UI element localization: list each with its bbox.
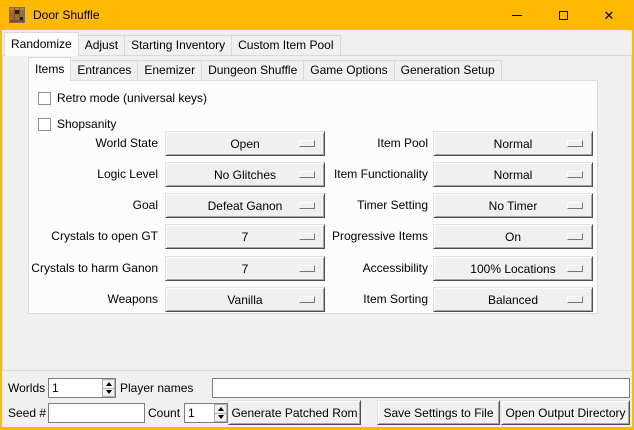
caption-buttons: ✕ — [494, 0, 632, 30]
dropdown-indicator-icon — [567, 171, 583, 178]
item-pool-value: Normal — [494, 137, 533, 151]
maximize-icon — [559, 11, 568, 20]
up-arrow-icon — [106, 382, 112, 386]
item-functionality-value: Normal — [494, 168, 533, 182]
tab-adjust[interactable]: Adjust — [78, 35, 125, 55]
window-content: Randomize Adjust Starting Inventory Cust… — [2, 30, 632, 427]
shopsanity-checkbox[interactable] — [38, 118, 51, 131]
window-title: Door Shuffle — [33, 8, 100, 22]
down-arrow-icon — [218, 415, 224, 419]
count-input[interactable] — [185, 404, 214, 422]
worlds-spin-up-button[interactable] — [102, 379, 115, 389]
logic-level-label: Logic Level — [28, 162, 158, 187]
count-spinbox[interactable] — [184, 403, 228, 423]
sub-tab-bar: Items Entrances Enemizer Dungeon Shuffle… — [28, 57, 502, 80]
titlebar: Door Shuffle ✕ — [2, 0, 632, 30]
generate-patched-rom-button[interactable]: Generate Patched Rom — [228, 400, 361, 425]
player-names-input[interactable] — [212, 378, 630, 398]
retro-mode-label: Retro mode (universal keys) — [57, 91, 207, 106]
retro-mode-checkbox[interactable] — [38, 92, 51, 105]
door-app-icon — [9, 7, 25, 23]
count-spin-down-button[interactable] — [214, 414, 227, 423]
crystals-harm-ganon-label: Crystals to harm Ganon — [28, 256, 158, 281]
shopsanity-label: Shopsanity — [57, 117, 116, 132]
player-names-label: Player names — [120, 378, 193, 398]
item-functionality-dropdown[interactable]: Normal — [433, 162, 593, 187]
window: Door Shuffle ✕ Randomize Adjust Starting… — [0, 0, 634, 430]
item-functionality-label: Item Functionality — [298, 162, 428, 187]
timer-setting-value: No Timer — [489, 199, 538, 213]
dropdown-indicator-icon — [567, 140, 583, 147]
close-button[interactable]: ✕ — [586, 0, 632, 30]
tab-randomize[interactable]: Randomize — [4, 32, 79, 56]
item-sorting-value: Balanced — [488, 293, 538, 307]
goal-label: Goal — [28, 193, 158, 218]
tab-game-options[interactable]: Game Options — [303, 60, 394, 80]
close-icon: ✕ — [604, 9, 615, 22]
minimize-button[interactable] — [494, 0, 540, 30]
count-label: Count — [148, 403, 180, 423]
crystals-harm-ganon-value: 7 — [242, 262, 249, 276]
progressive-items-value: On — [505, 230, 521, 244]
goal-value: Defeat Ganon — [208, 199, 283, 213]
worlds-spin-down-button[interactable] — [102, 389, 115, 398]
seed-label: Seed # — [8, 403, 46, 423]
tab-generation-setup[interactable]: Generation Setup — [394, 60, 502, 80]
item-sorting-dropdown[interactable]: Balanced — [433, 287, 593, 312]
progressive-items-label: Progressive Items — [298, 224, 428, 249]
worlds-label: Worlds — [8, 378, 45, 398]
timer-setting-label: Timer Setting — [298, 193, 428, 218]
save-settings-button[interactable]: Save Settings to File — [377, 400, 500, 425]
item-pool-label: Item Pool — [298, 131, 428, 156]
tab-items[interactable]: Items — [28, 57, 71, 81]
tab-enemizer[interactable]: Enemizer — [137, 60, 202, 80]
dropdown-indicator-icon — [567, 265, 583, 272]
accessibility-value: 100% Locations — [470, 262, 555, 276]
item-sorting-label: Item Sorting — [298, 287, 428, 312]
up-arrow-icon — [218, 407, 224, 411]
seed-input[interactable] — [48, 403, 145, 423]
weapons-value: Vanilla — [227, 293, 262, 307]
dropdown-indicator-icon — [567, 296, 583, 303]
crystals-open-gt-label: Crystals to open GT — [28, 224, 158, 249]
world-state-label: World State — [28, 131, 158, 156]
timer-setting-dropdown[interactable]: No Timer — [433, 193, 593, 218]
worlds-spinbox[interactable] — [48, 378, 116, 398]
accessibility-dropdown[interactable]: 100% Locations — [433, 256, 593, 281]
worlds-spin-arrows — [102, 379, 115, 397]
count-spin-up-button[interactable] — [214, 404, 227, 414]
weapons-label: Weapons — [28, 287, 158, 312]
accessibility-label: Accessibility — [298, 256, 428, 281]
logic-level-value: No Glitches — [214, 168, 276, 182]
tab-entrances[interactable]: Entrances — [70, 60, 138, 80]
tab-custom-item-pool[interactable]: Custom Item Pool — [231, 35, 340, 55]
tab-starting-inventory[interactable]: Starting Inventory — [124, 35, 232, 55]
progressive-items-dropdown[interactable]: On — [433, 224, 593, 249]
item-pool-dropdown[interactable]: Normal — [433, 131, 593, 156]
minimize-icon — [512, 15, 522, 16]
dropdown-indicator-icon — [567, 233, 583, 240]
open-output-directory-button[interactable]: Open Output Directory — [501, 400, 630, 425]
maximize-button[interactable] — [540, 0, 586, 30]
worlds-input[interactable] — [49, 379, 102, 397]
crystals-open-gt-value: 7 — [242, 230, 249, 244]
down-arrow-icon — [106, 390, 112, 394]
count-spin-arrows — [214, 404, 227, 422]
main-tab-bar: Randomize Adjust Starting Inventory Cust… — [4, 32, 341, 55]
dropdown-indicator-icon — [567, 202, 583, 209]
world-state-value: Open — [230, 137, 259, 151]
tab-dungeon-shuffle[interactable]: Dungeon Shuffle — [201, 60, 304, 80]
